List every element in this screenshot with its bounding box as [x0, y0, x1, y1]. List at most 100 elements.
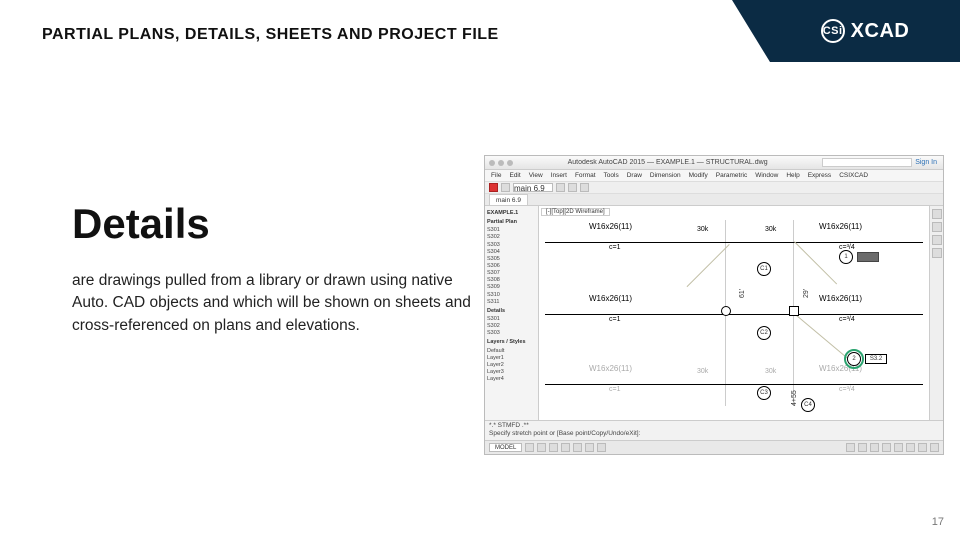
detail-bubble[interactable]: C1 — [757, 262, 771, 276]
menu-format[interactable]: Format — [575, 172, 596, 179]
titlebar: Autodesk AutoCAD 2015 — EXAMPLE.1 — STRU… — [485, 156, 943, 170]
layer-dropdown[interactable]: main 6.9 — [513, 183, 553, 192]
viewport-label[interactable]: [-][Top][2D Wireframe] — [541, 208, 610, 216]
sidebar-details-hdr: Details — [487, 308, 536, 315]
slide-header: PARTIAL PLANS, DETAILS, SHEETS AND PROJE… — [0, 0, 960, 62]
signin-link[interactable]: Sign In — [915, 159, 937, 166]
status-icon[interactable] — [858, 443, 867, 452]
menu-parametric[interactable]: Parametric — [716, 172, 747, 179]
menu-draw[interactable]: Draw — [627, 172, 642, 179]
menu-csixcad[interactable]: CSIXCAD — [839, 172, 868, 179]
node-marker-icon — [721, 306, 731, 316]
command-history: *.* STMFD .** — [489, 422, 939, 430]
tab-main[interactable]: main 6.9 — [489, 194, 528, 205]
menu-dimension[interactable]: Dimension — [650, 172, 681, 179]
sheet-ref[interactable]: S3.2 — [865, 354, 887, 364]
otrack-icon[interactable] — [585, 443, 594, 452]
menu-view[interactable]: View — [529, 172, 543, 179]
brand-logo: CSi XCAD — [770, 0, 960, 62]
sidebar-item[interactable]: S302 — [487, 323, 536, 330]
grid-icon[interactable] — [525, 443, 534, 452]
sidebar-item[interactable]: Layer4 — [487, 376, 536, 383]
sidebar-item[interactable]: S301 — [487, 316, 536, 323]
status-icon[interactable] — [930, 443, 939, 452]
status-icon[interactable] — [846, 443, 855, 452]
status-icon[interactable] — [918, 443, 927, 452]
detail-bubble[interactable]: C4 — [801, 398, 815, 412]
status-icon[interactable] — [894, 443, 903, 452]
menu-tools[interactable]: Tools — [604, 172, 619, 179]
model-space-toggle[interactable]: MODEL — [489, 443, 522, 452]
osnap-icon[interactable] — [573, 443, 582, 452]
menu-window[interactable]: Window — [755, 172, 778, 179]
sidebar-item[interactable]: S306 — [487, 263, 536, 270]
camber-label: c=³/4 — [839, 316, 855, 323]
beam-line — [545, 242, 923, 243]
toolbar-button[interactable] — [501, 183, 510, 192]
sidebar-layers-hdr: Layers / Styles — [487, 339, 536, 346]
brand-name: XCAD — [851, 20, 910, 43]
menu-help[interactable]: Help — [786, 172, 799, 179]
sidebar-item[interactable]: S303 — [487, 330, 536, 337]
beam-line — [545, 314, 923, 315]
sidebar-item[interactable]: S301 — [487, 227, 536, 234]
sidebar-item[interactable]: S304 — [487, 249, 536, 256]
sidebar-item[interactable]: Layer2 — [487, 362, 536, 369]
page-number: 17 — [932, 516, 944, 528]
status-icon[interactable] — [870, 443, 879, 452]
sidebar-item[interactable]: Layer3 — [487, 369, 536, 376]
document-tabs: main 6.9 — [485, 194, 943, 206]
statusbar: MODEL — [485, 440, 943, 454]
ortho-icon[interactable] — [549, 443, 558, 452]
menu-file[interactable]: File — [491, 172, 501, 179]
toolbar-button[interactable] — [580, 183, 589, 192]
sidebar-title: EXAMPLE.1 — [487, 210, 536, 217]
toolbar-button[interactable] — [568, 183, 577, 192]
section-paragraph: are drawings pulled from a library or dr… — [72, 270, 472, 337]
grid-bubble[interactable]: 2 — [847, 352, 861, 366]
sidebar-item[interactable]: Default — [487, 348, 536, 355]
sidebar-item[interactable]: Layer1 — [487, 355, 536, 362]
search-input[interactable] — [822, 158, 912, 167]
camber-label: c=1 — [609, 316, 620, 323]
leader-line — [687, 244, 730, 287]
record-icon[interactable] — [489, 183, 498, 192]
command-bar[interactable]: *.* STMFD .** Specify stretch point or [… — [485, 420, 943, 440]
sidebar-item[interactable]: S302 — [487, 234, 536, 241]
status-icon[interactable] — [882, 443, 891, 452]
orbit-icon[interactable] — [932, 248, 942, 258]
menu-modify[interactable]: Modify — [689, 172, 708, 179]
lineweight-icon[interactable] — [597, 443, 606, 452]
menu-edit[interactable]: Edit — [509, 172, 520, 179]
vdimension: 61' — [739, 289, 746, 298]
sidebar-item[interactable]: S303 — [487, 242, 536, 249]
vdimension: 29' — [803, 289, 810, 298]
beam-label: W16x26(11) — [589, 222, 632, 231]
polar-icon[interactable] — [561, 443, 570, 452]
menu-insert[interactable]: Insert — [551, 172, 567, 179]
sidebar-item[interactable]: S309 — [487, 284, 536, 291]
sidebar-item[interactable]: S307 — [487, 270, 536, 277]
menu-express[interactable]: Express — [808, 172, 831, 179]
sidebar-item[interactable]: S305 — [487, 256, 536, 263]
window-controls[interactable] — [489, 160, 513, 166]
right-toolbar — [929, 206, 943, 420]
beam-label: W16x26(11) — [589, 294, 632, 303]
sidebar-item[interactable]: S308 — [487, 277, 536, 284]
toolbar: main 6.9 — [485, 182, 943, 194]
pan-icon[interactable] — [932, 222, 942, 232]
toolbar-button[interactable] — [556, 183, 565, 192]
grid-tag[interactable] — [857, 252, 879, 262]
vdimension: 4+55 — [791, 390, 798, 406]
detail-bubble[interactable]: C3 — [757, 386, 771, 400]
snap-icon[interactable] — [537, 443, 546, 452]
grid-bubble[interactable]: 1 — [839, 250, 853, 264]
zoom-icon[interactable] — [932, 235, 942, 245]
drawing-canvas[interactable]: [-][Top][2D Wireframe] W16x26(11) c=1 30… — [539, 206, 929, 420]
beam-label: W16x26(11) — [589, 364, 632, 373]
sidebar-item[interactable]: S311 — [487, 299, 536, 306]
status-icon[interactable] — [906, 443, 915, 452]
nav-cube-icon[interactable] — [932, 209, 942, 219]
sidebar-item[interactable]: S310 — [487, 292, 536, 299]
detail-bubble[interactable]: C2 — [757, 326, 771, 340]
